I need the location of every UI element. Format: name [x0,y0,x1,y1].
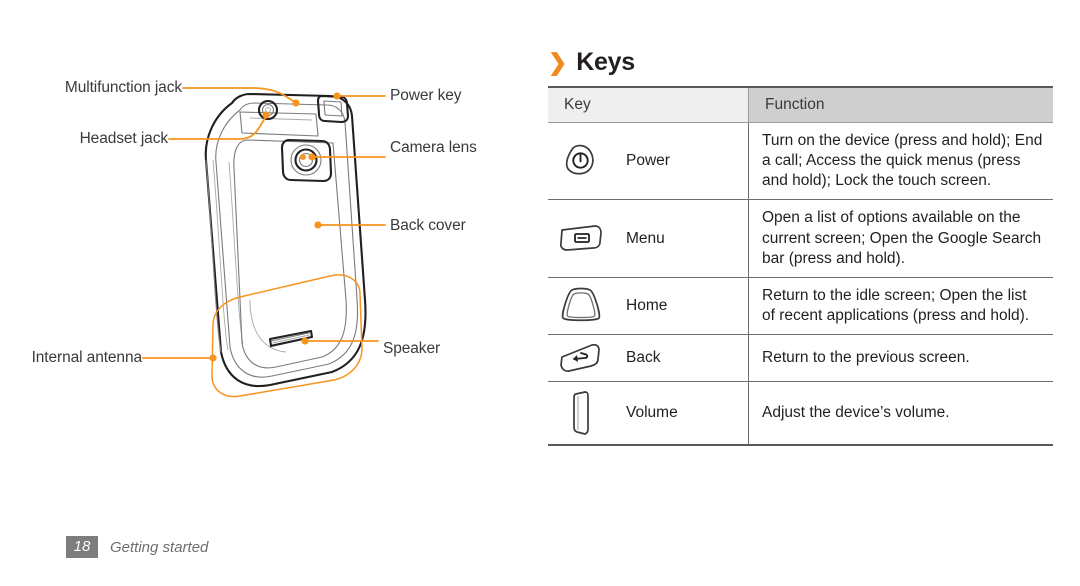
callout-label-back-cover: Back cover [390,217,466,234]
key-cell-volume: Volume [548,381,749,447]
table-header-row: Key Function [548,86,1053,123]
page-footer: 18 Getting started [66,536,209,559]
keys-table-body: Power Turn on the device (press and hold… [548,122,1053,447]
callout-label-headset-jack: Headset jack [79,130,169,147]
table-row: Power Turn on the device (press and hold… [548,122,1053,201]
keys-table: Key Function Power Turn on the device (p… [548,86,1053,447]
table-row: Menu Open a list of options available on… [548,199,1053,278]
column-header-key: Key [548,86,749,123]
page-title-text: Keys [576,48,635,76]
back-key-icon [548,342,614,374]
device-illustration: .outline { fill:none; stroke:#231f20; st… [142,87,386,398]
key-label-back: Back [626,349,661,367]
function-cell-power: Turn on the device (press and hold); End… [748,122,1053,201]
device-diagram-panel: .outline { fill:none; stroke:#231f20; st… [0,0,520,520]
key-label-menu: Menu [626,229,665,247]
key-cell-power: Power [548,122,749,201]
function-cell-volume: Adjust the device’s volume. [748,381,1053,447]
column-header-function: Function [748,86,1053,123]
callout-leaders [142,87,386,362]
function-cell-home: Return to the idle screen; Open the list… [748,277,1053,336]
table-row: Home Return to the idle screen; Open the… [548,277,1053,336]
volume-key-icon [548,389,614,437]
phone-body [204,92,367,388]
table-row: Back Return to the previous screen. [548,334,1053,383]
callout-label-speaker: Speaker [383,340,441,357]
function-cell-menu: Open a list of options available on the … [748,199,1053,278]
key-cell-home: Home [548,277,749,336]
key-cell-back: Back [548,334,749,383]
home-key-icon [548,285,614,327]
key-label-volume: Volume [626,404,678,422]
page-number: 18 [66,536,98,559]
key-cell-menu: Menu [548,199,749,278]
function-cell-back: Return to the previous screen. [748,334,1053,383]
callout-label-internal-antenna: Internal antenna [31,349,143,366]
key-label-power: Power [626,152,670,170]
power-key-icon [548,142,614,180]
chevron-right-icon: ❯ [548,49,568,75]
table-row: Volume Adjust the device’s volume. [548,381,1053,447]
callout-label-camera-lens: Camera lens [390,139,477,156]
callout-label-power-key: Power key [390,87,462,104]
page-title: ❯ Keys [548,48,635,77]
footer-section-title: Getting started [110,538,209,556]
menu-key-icon [548,222,614,256]
callout-label-multifunction-jack: Multifunction jack [64,79,182,96]
keys-table-head: Key Function [548,86,1053,123]
key-label-home: Home [626,296,668,314]
